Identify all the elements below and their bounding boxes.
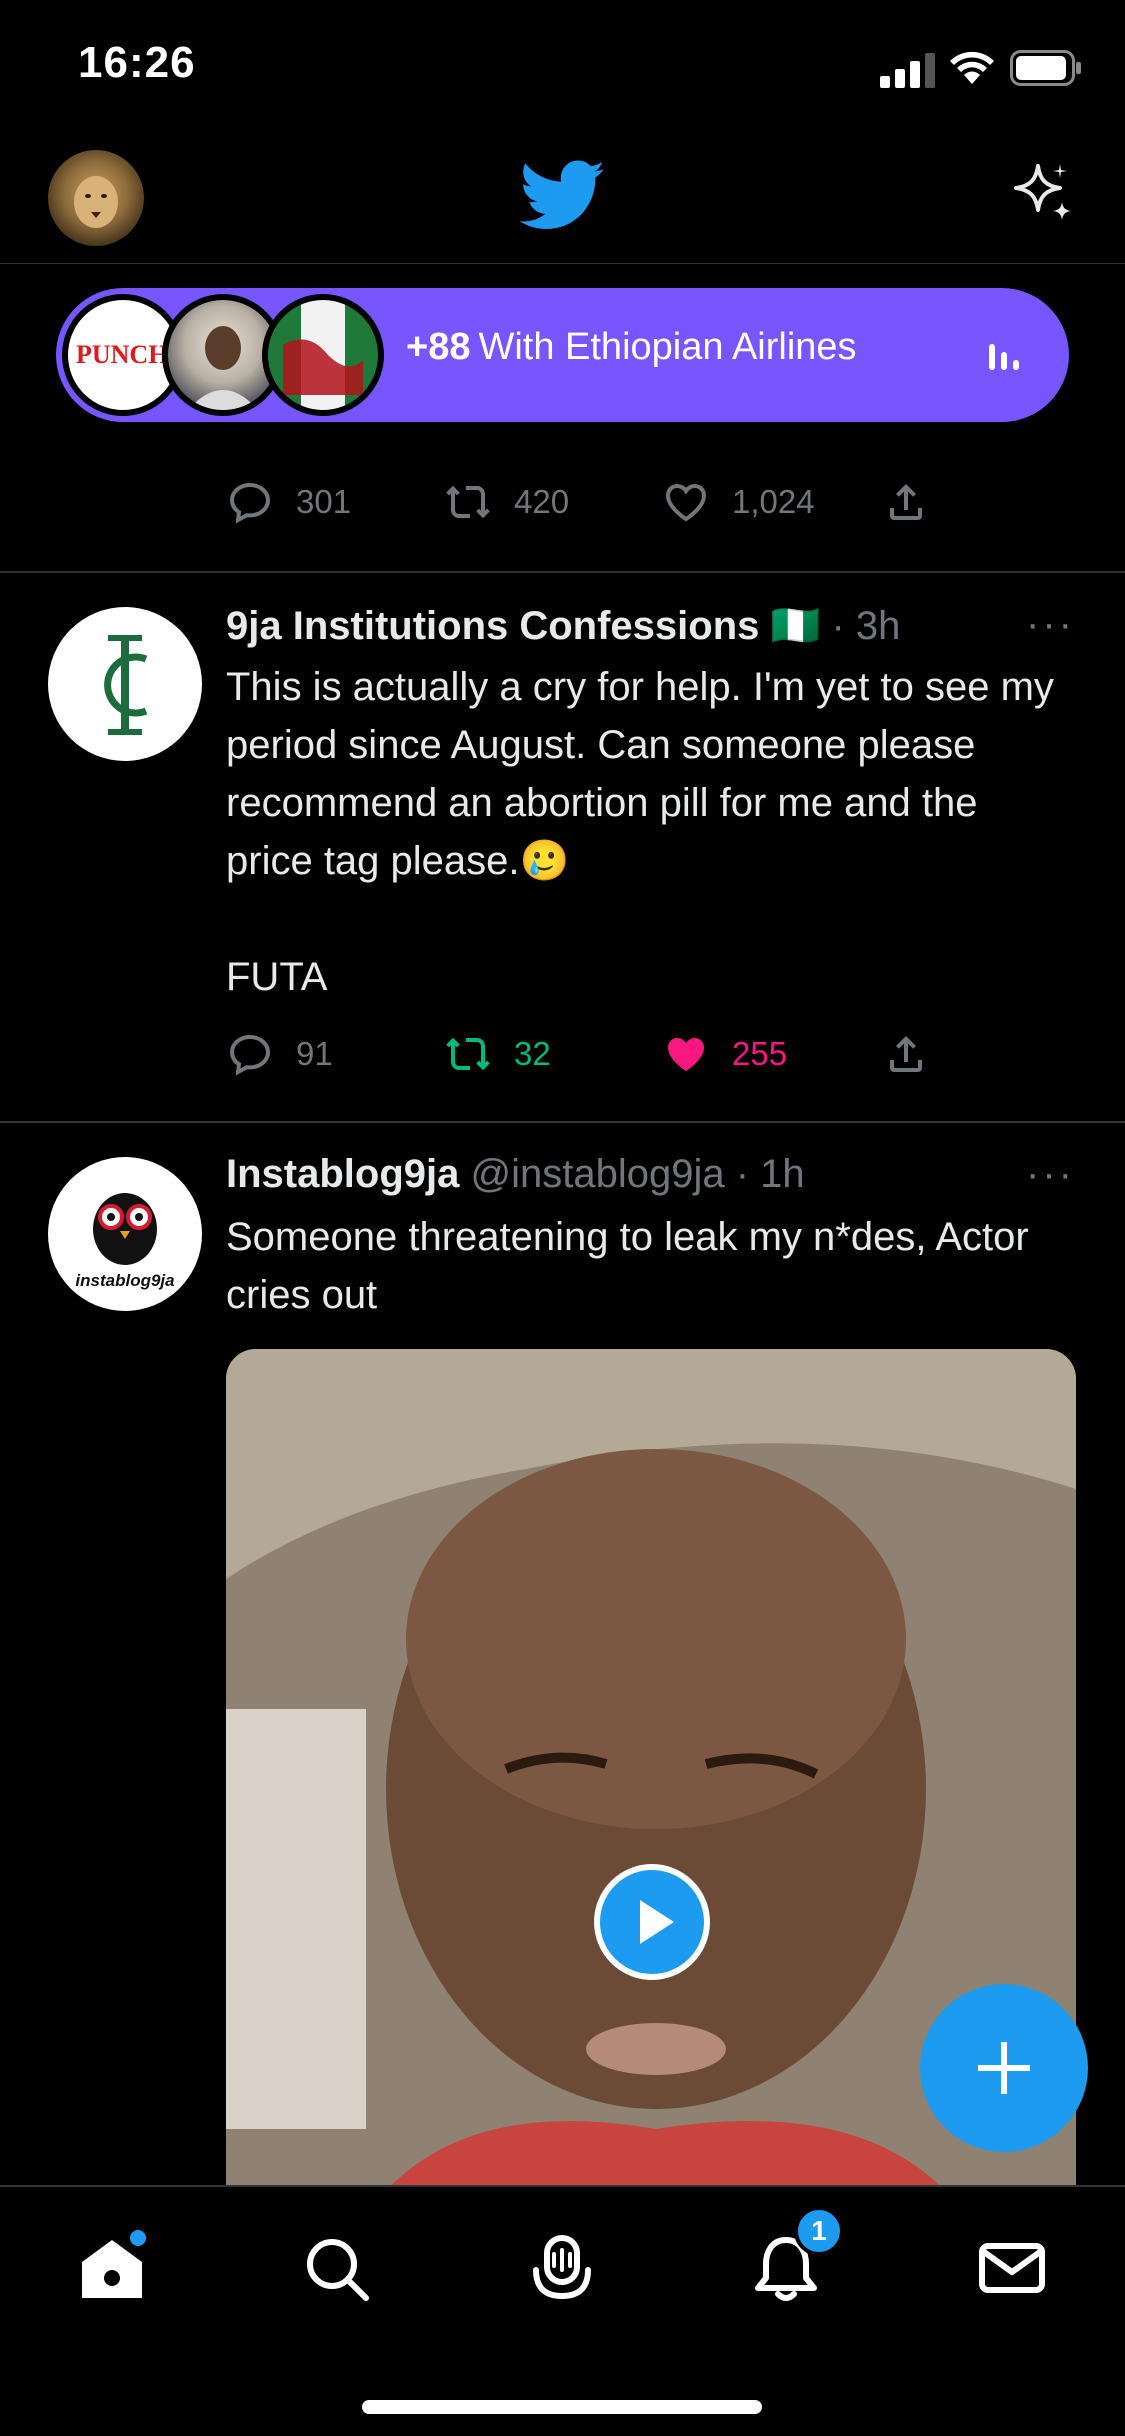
- spaces-bar[interactable]: PUNCH +88 With Ethiopian Airlines: [56, 288, 1069, 422]
- retweet-count: 420: [514, 483, 570, 520]
- battery-icon: [1010, 50, 1081, 86]
- wifi-icon: [950, 51, 994, 84]
- profile-avatar[interactable]: [48, 150, 144, 246]
- spaces-microphone-icon: [533, 2235, 591, 2300]
- like-button[interactable]: 255: [662, 1030, 787, 1078]
- share-button[interactable]: [882, 1030, 952, 1078]
- retweet-icon: [446, 1037, 490, 1071]
- tweet-footer-text: FUTA: [226, 955, 328, 999]
- tweet-author-avatar[interactable]: instablog9ja: [48, 1157, 202, 1311]
- tab-home[interactable]: [72, 2228, 152, 2308]
- reply-icon: [229, 1034, 271, 1076]
- lion-avatar-image: [74, 176, 118, 228]
- tweet-header: Instablog9ja @instablog9ja · 1h: [226, 1152, 805, 1197]
- notification-badge: 1: [794, 2206, 844, 2256]
- author-name[interactable]: 9ja Institutions Confessions: [226, 604, 759, 648]
- author-handle[interactable]: @instablog9ja: [471, 1152, 725, 1196]
- tweet-body: Someone threatening to leak my n*des, Ac…: [226, 1215, 1029, 1317]
- punch-logo-text: PUNCH: [76, 340, 169, 369]
- like-count: 255: [732, 1035, 788, 1072]
- tweet-body: This is actually a cry for help. I'm yet…: [226, 665, 1054, 883]
- header-divider: [0, 263, 1125, 264]
- plus-icon: [978, 2042, 1030, 2094]
- author-name[interactable]: Instablog9ja: [226, 1152, 459, 1196]
- bottom-tab-bar: [0, 2185, 1125, 2436]
- tweet-time: · 3h: [831, 604, 901, 648]
- reply-icon: [229, 482, 271, 524]
- space-title: +88 With Ethiopian Airlines: [406, 326, 857, 369]
- retweet-count: 32: [514, 1035, 551, 1072]
- tweet-header: 9ja Institutions Confessions 🇳🇬 · 3h: [226, 602, 900, 649]
- like-button[interactable]: 1,024: [662, 478, 815, 526]
- home-icon: [82, 2230, 146, 2298]
- tweet-actions: 91 32 255: [226, 1030, 986, 1086]
- nigeria-flag-emoji: 🇳🇬: [770, 604, 821, 648]
- tweet-author-avatar[interactable]: [48, 607, 202, 761]
- heart-filled-icon: [668, 1038, 704, 1071]
- tweet-divider: [0, 1121, 1125, 1123]
- audio-equalizer-icon: [987, 336, 1021, 374]
- space-listener-avatar: [262, 294, 384, 416]
- tweet-divider: [0, 571, 1125, 573]
- space-listener-count: +88: [406, 326, 471, 368]
- retweet-button[interactable]: 32: [444, 1030, 551, 1078]
- home-indicator: [362, 2400, 762, 2414]
- avatar-brand-text: instablog9ja: [75, 1271, 175, 1290]
- heart-outline-icon: [665, 483, 707, 522]
- share-button[interactable]: [882, 478, 952, 526]
- tweet-time: · 1h: [735, 1152, 805, 1196]
- institution-logo-icon: [104, 635, 148, 735]
- reply-count: 301: [296, 483, 352, 520]
- cellular-signal-icon: [880, 53, 935, 88]
- reply-button[interactable]: 301: [226, 478, 351, 526]
- status-time: 16:26: [78, 38, 196, 87]
- space-title-text: With Ethiopian Airlines: [478, 326, 857, 368]
- compose-tweet-button[interactable]: [920, 1984, 1088, 2152]
- tab-search[interactable]: [296, 2228, 376, 2308]
- retweet-icon: [446, 485, 490, 519]
- crying-face-emoji: 🥲: [519, 839, 570, 883]
- retweet-button[interactable]: 420: [444, 478, 569, 526]
- like-count: 1,024: [732, 483, 815, 520]
- twitter-bird-logo-icon[interactable]: [520, 160, 606, 232]
- reply-count: 91: [296, 1035, 333, 1072]
- flag-blood-image: [283, 339, 363, 395]
- reply-button[interactable]: 91: [226, 1030, 333, 1078]
- more-options-button[interactable]: ···: [1026, 1152, 1075, 1197]
- tweet-text: This is actually a cry for help. I'm yet…: [226, 658, 1066, 890]
- mail-icon: [979, 2243, 1045, 2293]
- tab-messages[interactable]: [972, 2228, 1052, 2308]
- video-play-button[interactable]: [594, 1864, 710, 1980]
- search-icon: [307, 2239, 369, 2301]
- play-icon: [640, 1900, 674, 1944]
- tab-spaces[interactable]: [522, 2228, 602, 2308]
- notification-count: 1: [811, 2215, 827, 2246]
- sparkle-icon[interactable]: [1010, 160, 1076, 226]
- more-options-button[interactable]: ···: [1026, 602, 1075, 647]
- share-icon: [890, 1036, 922, 1072]
- prev-tweet-actions: 301 420 1,024: [226, 478, 986, 534]
- share-icon: [890, 484, 922, 520]
